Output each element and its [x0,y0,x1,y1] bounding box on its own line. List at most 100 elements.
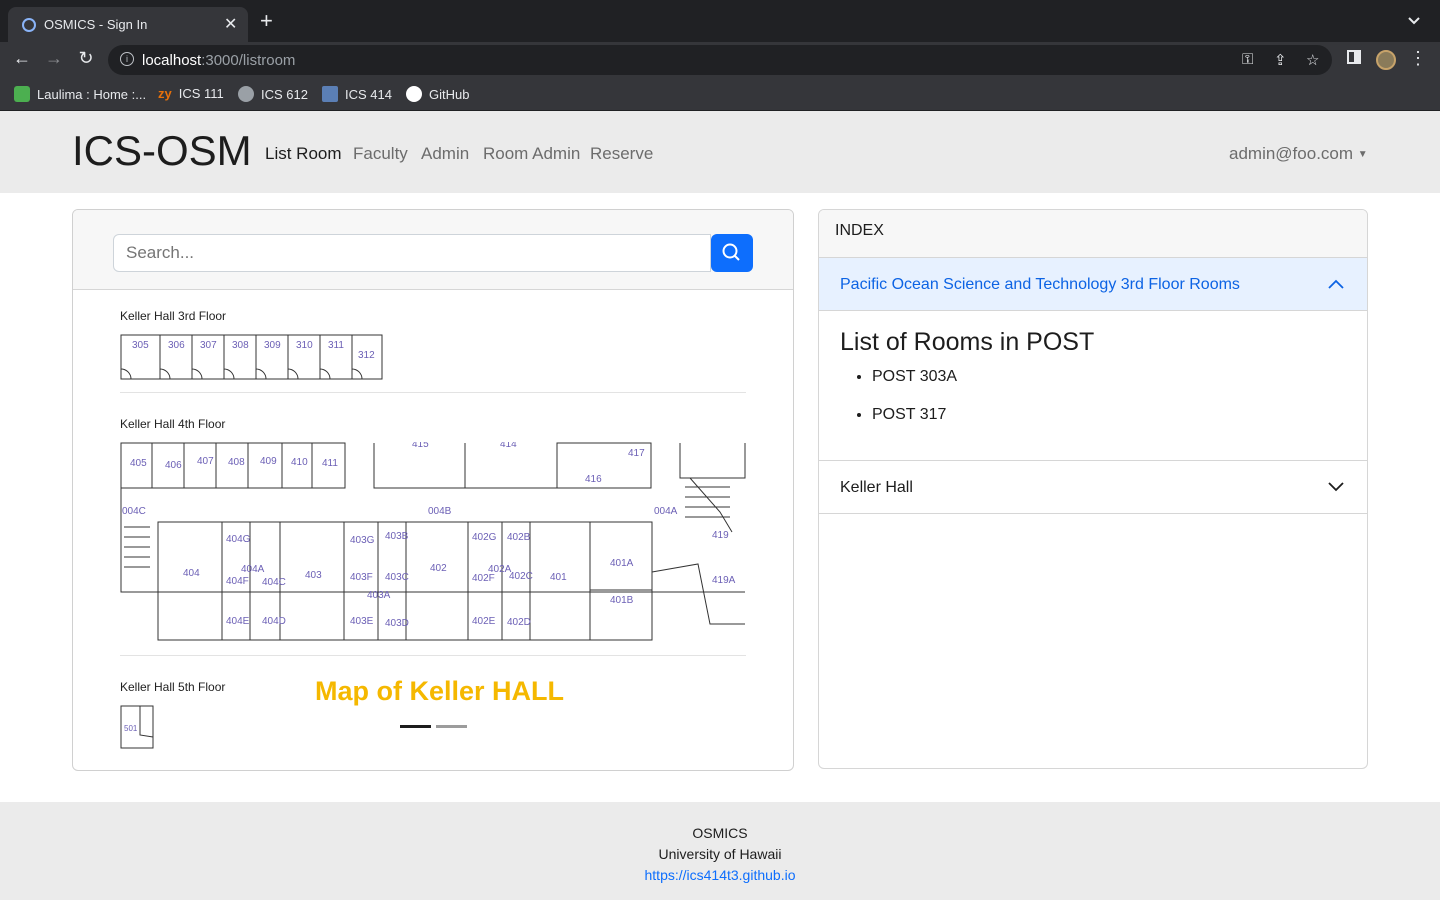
search-button[interactable] [711,234,753,272]
room-404e: 404E [226,616,250,627]
browser-menu-icon[interactable]: ⋮ [1406,48,1430,69]
nav-admin[interactable]: Admin [421,144,469,164]
bookmark-ics612[interactable]: ICS 612 [238,86,308,102]
chevron-down-icon [1328,482,1344,492]
floor-plan-5th[interactable]: 501 [120,705,156,751]
bookmark-label: ICS 111 [178,86,224,101]
room-310: 310 [296,340,313,351]
caret-down-icon: ▼ [1357,149,1368,160]
forward-icon[interactable]: → [42,48,66,69]
browser-toolbar: ← → ↻ i localhost:3000/listroom ⚿ ⇪ ☆ ⋮ [0,42,1440,78]
room-402b: 402B [507,532,531,543]
bookmark-star-icon[interactable]: ☆ [1306,51,1319,69]
room-401a: 401A [610,558,634,569]
bookmark-laulima[interactable]: Laulima : Home :... [14,86,146,102]
globe-icon [238,86,254,102]
floor-label-5th: Keller Hall 5th Floor [120,680,226,694]
room-414: 414 [500,442,517,450]
room-419: 419 [712,530,729,541]
room-407: 407 [197,456,214,467]
room-004a: 004A [654,506,678,517]
bookmark-ics414[interactable]: ICS 414 [322,86,392,102]
room-405: 405 [130,458,147,469]
laulima-icon [14,86,30,102]
reload-icon[interactable]: ↻ [74,48,98,69]
nav-reserve[interactable]: Reserve [590,144,653,164]
room-404: 404 [183,568,200,579]
room-403d: 403D [385,618,409,629]
room-404a: 404A [241,564,265,575]
room-list: POST 303A POST 317 [872,368,957,444]
carousel-indicator-1[interactable] [400,725,431,728]
room-311: 311 [328,340,344,351]
room-501: 501 [124,724,138,733]
room-403b: 403B [385,531,409,542]
browser-tab[interactable]: OSMICS - Sign In ✕ [8,7,248,42]
site-favicon-icon [22,18,36,32]
room-402e: 402E [472,616,496,627]
nav-room-admin[interactable]: Room Admin [483,144,580,164]
user-dropdown[interactable]: admin@foo.com ▼ [1229,144,1368,164]
bookmarks-bar: Laulima : Home :... zy ICS 111 ICS 612 I… [0,78,1440,111]
room-401b: 401B [610,595,634,606]
accordion-keller-title: Keller Hall [840,479,913,496]
room-403a: 403A [367,590,391,601]
room-305: 305 [132,340,149,351]
list-item: POST 303A [872,368,957,386]
accordion-post-title: Pacific Ocean Science and Technology 3rd… [840,276,1240,293]
search-header [73,210,793,290]
back-icon[interactable]: ← [10,48,34,69]
floor-label-3rd: Keller Hall 3rd Floor [120,309,227,323]
footer-link[interactable]: https://ics414t3.github.io [645,867,796,883]
accordion-keller-header[interactable]: Keller Hall [819,461,1367,514]
github-icon [406,86,422,102]
room-411: 411 [322,458,338,469]
side-panel-icon[interactable] [1342,48,1366,69]
tab-title: OSMICS - Sign In [44,17,148,32]
room-list-heading: List of Rooms in POST [840,328,1095,356]
room-415: 415 [412,442,429,450]
room-404d: 404D [262,616,286,627]
nav-faculty[interactable]: Faculty [353,144,408,164]
search-input[interactable] [113,234,711,272]
floor-label-4th: Keller Hall 4th Floor [120,417,226,431]
brand-logo[interactable]: ICS-OSM [72,127,252,175]
profile-avatar[interactable] [1376,50,1396,70]
close-tab-icon[interactable]: ✕ [224,14,237,34]
floor-map-card: Keller Hall 3rd Floor 305 306 307 308 30… [72,209,794,771]
divider [120,655,746,656]
divider [120,392,746,393]
nav-list-room[interactable]: List Room [265,144,342,164]
zybooks-icon: zy [158,86,172,101]
room-307: 307 [200,340,217,351]
room-404c: 404C [262,577,286,588]
accordion-post-header[interactable]: Pacific Ocean Science and Technology 3rd… [819,258,1367,311]
room-312: 312 [358,350,375,361]
site-info-icon[interactable]: i [120,52,134,66]
accordion-post-body: List of Rooms in POST POST 303A POST 317 [819,311,1367,461]
room-406: 406 [165,460,182,471]
bookmark-github[interactable]: GitHub [406,86,469,102]
bookmark-label: Laulima : Home :... [37,86,147,102]
room-417: 417 [628,448,645,459]
bookmark-label: ICS 612 [261,86,308,102]
room-402c: 402C [509,571,533,582]
page-footer: OSMICS University of Hawaii https://ics4… [0,802,1440,900]
footer-org: OSMICS [692,825,748,841]
address-bar[interactable]: i localhost:3000/listroom ⚿ ⇪ ☆ [108,45,1332,75]
footer-university: University of Hawaii [658,846,782,862]
bookmark-ics111[interactable]: zy ICS 111 [158,86,224,101]
room-403e: 403E [350,616,374,627]
floor-plan-4th[interactable]: 405 406 407 408 409 410 411 415 414 416 … [120,442,746,644]
floor-plan-3rd[interactable]: 305 306 307 308 309 310 311 312 [120,334,385,382]
tab-search-chevron-icon[interactable] [1408,12,1420,28]
share-icon[interactable]: ⇪ [1274,51,1287,69]
new-tab-icon[interactable]: + [260,10,273,32]
room-416: 416 [585,474,602,485]
bookmark-label: ICS 414 [345,86,392,102]
room-410: 410 [291,457,308,468]
carousel-indicator-2[interactable] [436,725,467,728]
key-icon[interactable]: ⚿ [1242,51,1253,68]
app-navbar: ICS-OSM List Room Faculty Admin Room Adm… [0,111,1440,193]
square-icon [322,86,338,102]
